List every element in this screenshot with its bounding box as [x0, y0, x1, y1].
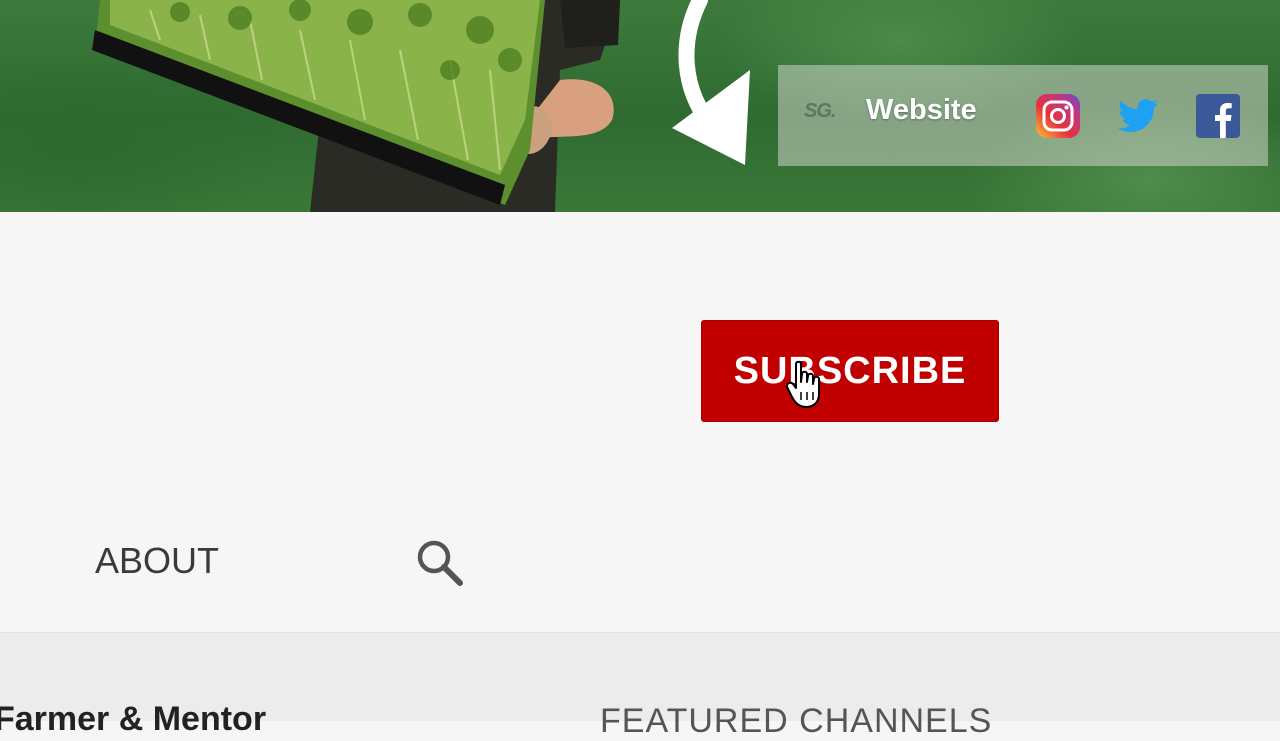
banner-photo	[92, 0, 750, 212]
facebook-icon[interactable]	[1194, 92, 1242, 140]
instagram-icon[interactable]	[1034, 92, 1082, 140]
search-icon[interactable]	[412, 535, 468, 591]
site-logo[interactable]: SG.	[804, 100, 850, 128]
subscribe-label: SUBSCRIBE	[733, 349, 967, 392]
subscribe-button[interactable]: SUBSCRIBE	[701, 320, 999, 422]
featured-channels-heading: FEATURED CHANNELS	[600, 702, 993, 740]
channel-banner: SG. Website	[0, 0, 1280, 212]
website-link[interactable]: Website	[866, 94, 977, 127]
tab-about[interactable]: ABOUT	[95, 540, 219, 582]
twitter-icon[interactable]	[1114, 92, 1162, 140]
